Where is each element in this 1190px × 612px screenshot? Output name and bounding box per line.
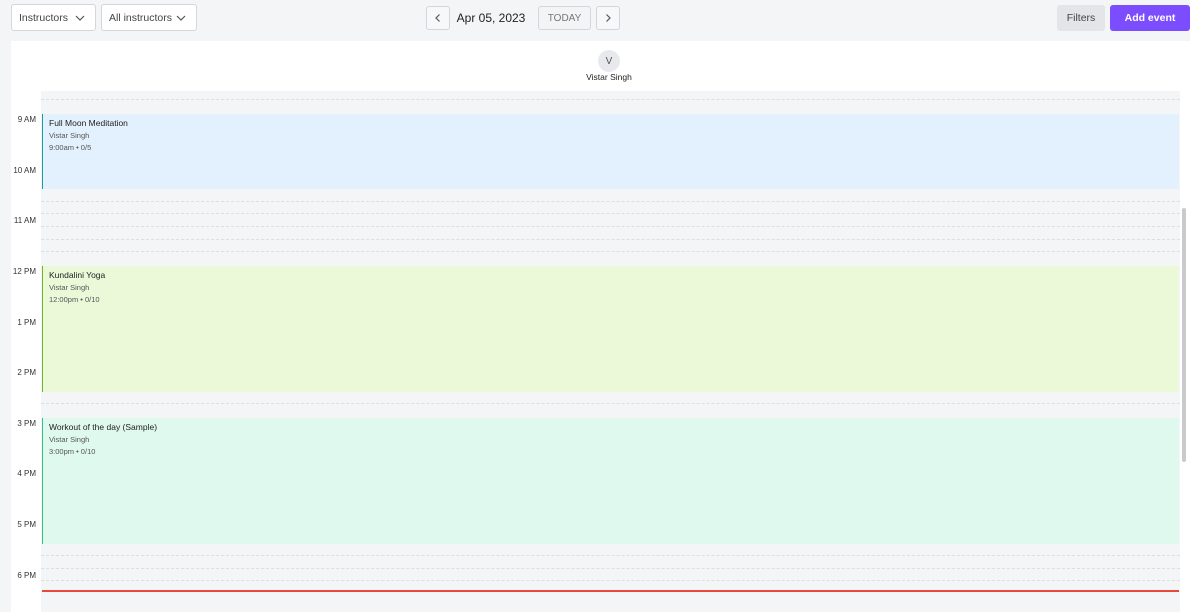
current-time-line: [42, 590, 1179, 592]
event-time-capacity: 3:00pm • 0/10: [49, 447, 96, 456]
grid-line: [41, 201, 1180, 202]
event-workout-of-the-day[interactable]: Workout of the day (Sample) Vistar Singh…: [42, 418, 1179, 544]
grid-line: [41, 251, 1180, 252]
time-label: 2 PM: [17, 368, 36, 377]
view-select[interactable]: Instructors: [11, 4, 96, 31]
grid-line: [41, 568, 1180, 569]
add-event-button[interactable]: Add event: [1110, 5, 1190, 31]
event-instructor: Vistar Singh: [49, 283, 90, 292]
time-label: 3 PM: [17, 419, 36, 428]
chevron-down-icon: [75, 15, 85, 21]
time-label: 12 PM: [12, 267, 36, 276]
instructor-name: Vistar Singh: [586, 72, 632, 82]
event-title: Workout of the day (Sample): [49, 422, 158, 432]
grid-line: [41, 213, 1180, 214]
chevron-down-icon: [176, 15, 186, 21]
time-label: 9 AM: [17, 115, 36, 124]
event-instructor: Vistar Singh: [49, 435, 90, 444]
calendar-panel: V Vistar Singh 9 AM 10 AM 11 AM 12 PM 1 …: [11, 41, 1190, 612]
filters-button[interactable]: Filters: [1057, 5, 1105, 31]
today-button[interactable]: TODAY: [538, 6, 591, 30]
instructor-select[interactable]: All instructors: [101, 4, 197, 31]
time-label: 11 AM: [13, 216, 36, 225]
grid-line: [41, 580, 1180, 581]
time-label: 5 PM: [17, 520, 36, 529]
next-day-button[interactable]: [596, 6, 620, 30]
chevron-left-icon: [435, 14, 440, 22]
previous-day-button[interactable]: [426, 6, 450, 30]
time-label: 1 PM: [17, 318, 36, 327]
event-time-capacity: 12:00pm • 0/10: [49, 295, 100, 304]
event-full-moon-meditation[interactable]: Full Moon Meditation Vistar Singh 9:00am…: [42, 114, 1179, 189]
grid-line: [41, 99, 1180, 100]
time-label: 4 PM: [17, 469, 36, 478]
grid-line: [41, 226, 1180, 227]
grid-line: [41, 555, 1180, 556]
view-select-value: Instructors: [19, 11, 69, 24]
time-label: 10 AM: [13, 166, 36, 175]
grid-line: [41, 239, 1180, 240]
event-time-capacity: 9:00am • 0/5: [49, 143, 92, 152]
current-date: Apr 05, 2023: [456, 11, 526, 25]
event-title: Kundalini Yoga: [49, 270, 106, 280]
event-kundalini-yoga[interactable]: Kundalini Yoga Vistar Singh 12:00pm • 0/…: [42, 266, 1179, 392]
avatar[interactable]: V: [598, 50, 620, 72]
instructor-column-header: V Vistar Singh: [11, 41, 1190, 91]
event-title: Full Moon Meditation: [49, 118, 128, 128]
event-instructor: Vistar Singh: [49, 131, 90, 140]
chevron-right-icon: [606, 14, 611, 22]
time-label: 6 PM: [17, 571, 36, 580]
grid-line: [41, 403, 1180, 404]
instructor-select-value: All instructors: [109, 11, 173, 24]
scrollbar[interactable]: [1182, 208, 1186, 462]
